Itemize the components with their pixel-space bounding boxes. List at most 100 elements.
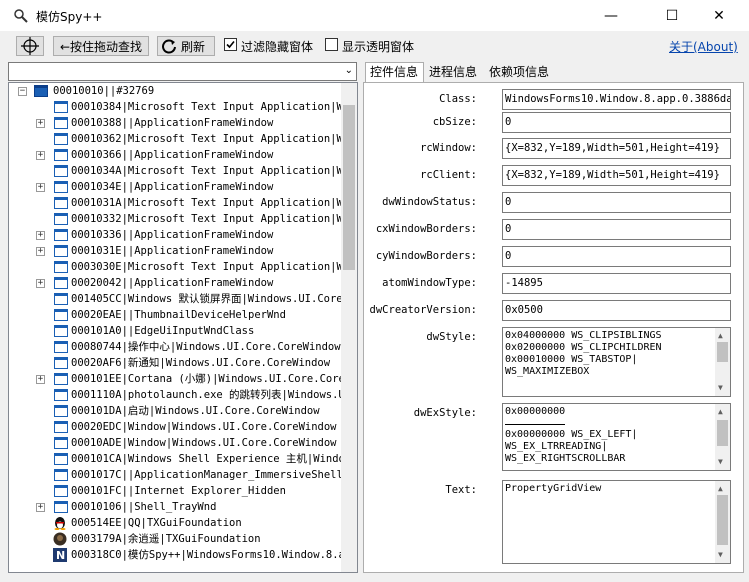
rcwindow-field[interactable]: {X=832,Y=189,Width=501,Height=419} <box>502 138 731 159</box>
text-scrollbar[interactable]: ▲ ▼ <box>715 481 730 563</box>
window-icon <box>54 421 68 433</box>
scroll-up-icon[interactable]: ▲ <box>718 483 723 495</box>
window-icon <box>54 453 68 465</box>
expand-icon[interactable]: + <box>36 247 45 256</box>
tree-row-label: 001405CC|Windows 默认锁屏界面|Windows.UI.Core <box>71 293 342 305</box>
window-icon <box>54 341 68 353</box>
tab-dependency-info[interactable]: 依赖项信息 <box>485 63 555 82</box>
scroll-thumb[interactable] <box>717 495 728 545</box>
about-link[interactable]: 关于(About) <box>669 38 738 55</box>
cbsize-label: cbSize: <box>432 116 477 128</box>
scroll-up-icon[interactable]: ▲ <box>718 330 723 342</box>
expand-icon[interactable]: + <box>36 375 45 384</box>
refresh-label: 刷新 <box>181 39 206 54</box>
window-title: 模仿Spy++ <box>36 10 103 24</box>
dwstyle-scrollbar[interactable]: ▲ ▼ <box>715 328 730 396</box>
scroll-thumb[interactable] <box>717 420 728 446</box>
expand-icon[interactable]: + <box>36 503 45 512</box>
app-n-icon: N <box>53 548 67 567</box>
tree-row-label: 00010388||ApplicationFrameWindow <box>71 117 274 129</box>
close-button[interactable]: ✕ <box>696 0 742 31</box>
dwstyle-field[interactable]: 0x04000000 WS_CLIPSIBLINGS 0x02000000 WS… <box>502 327 731 397</box>
collapse-icon[interactable]: − <box>18 87 27 96</box>
svg-text:N: N <box>56 549 65 562</box>
cbsize-field[interactable]: 0 <box>502 112 731 133</box>
tree-row-label: 00020EDC|Window|Windows.UI.Core.CoreWind… <box>71 421 337 433</box>
tree-row-label: 0001031E||ApplicationFrameWindow <box>71 245 274 257</box>
window-icon <box>54 101 68 113</box>
tree-row-label: 000101A0||EdgeUiInputWndClass <box>71 325 255 337</box>
window-icon <box>54 213 68 225</box>
expand-icon[interactable]: + <box>36 231 45 240</box>
dwcreatorversion-field[interactable]: 0x0500 <box>502 300 731 321</box>
tree-row-label: 000101EE|Cortana (小娜)|Windows.UI.Core.Co… <box>71 373 342 385</box>
dwexstyle-value: 0x00000000 <box>505 406 566 417</box>
text-field[interactable]: PropertyGridView ▲ ▼ <box>502 480 731 564</box>
scroll-up-icon[interactable]: ▲ <box>718 406 723 418</box>
tree-row-label: 00020AF6|新通知|Windows.UI.Core.CoreWindow <box>71 357 331 369</box>
rcclient-field[interactable]: {X=832,Y=189,Width=501,Height=419} <box>502 165 731 186</box>
tree-row-label: 00080744|操作中心|Windows.UI.Core.CoreWindow <box>71 341 341 353</box>
scroll-thumb[interactable] <box>717 342 728 362</box>
scroll-down-icon[interactable]: ▼ <box>718 549 723 561</box>
cywindowborders-field[interactable]: 0 <box>502 246 731 267</box>
window-icon <box>54 501 68 513</box>
refresh-button[interactable]: 刷新 <box>157 36 215 56</box>
tab-process-info-label: 进程信息 <box>429 65 478 79</box>
tree-row-label: 000514EE|QQ|TXGuiFoundation <box>71 517 242 529</box>
dwexstyle-separator <box>505 424 565 425</box>
dwexstyle-field[interactable]: 0x00000000 0x00000000 WS_EX_LEFT| WS_EX_… <box>502 403 731 471</box>
dwwindowstatus-field[interactable]: 0 <box>502 192 731 213</box>
tab-process-info[interactable]: 进程信息 <box>425 63 483 82</box>
expand-icon[interactable]: + <box>36 151 45 160</box>
scroll-down-icon[interactable]: ▼ <box>718 456 723 468</box>
crosshair-icon <box>21 37 39 55</box>
window-icon <box>54 133 68 145</box>
tree-scrollbar[interactable] <box>341 83 357 572</box>
window-icon <box>54 405 68 417</box>
window-icon <box>54 149 68 161</box>
tree-row-label: 00010106||Shell_TrayWnd <box>71 501 217 513</box>
tree-row-label: 0003030E|Microsoft Text Input Applicatio… <box>71 261 342 273</box>
expand-icon[interactable]: + <box>36 119 45 128</box>
dwcreatorversion-label: dwCreatorVersion: <box>369 304 477 316</box>
atomwindowtype-field[interactable]: -14895 <box>502 273 731 294</box>
crosshair-finder-button[interactable] <box>16 36 44 56</box>
tree-row-label: 0001017C||ApplicationManager_ImmersiveSh… <box>71 469 342 481</box>
tree-row-label: 00010ADE|Window|Windows.UI.Core.CoreWind… <box>71 437 337 449</box>
show-transparent-label: 显示透明窗体 <box>342 40 415 54</box>
show-transparent-checkbox[interactable] <box>325 38 338 51</box>
rcclient-label: rcClient: <box>420 169 477 181</box>
window-tree[interactable]: − 00010010||#32769 00010384|Microsoft Te… <box>8 82 358 573</box>
scroll-down-icon[interactable]: ▼ <box>718 382 723 394</box>
window-icon <box>54 117 68 129</box>
maximize-button[interactable]: ☐ <box>649 0 695 31</box>
window-icon <box>54 197 68 209</box>
minimize-button[interactable]: — <box>588 0 634 31</box>
dwexstyle-scrollbar[interactable]: ▲ ▼ <box>715 404 730 470</box>
dwexstyle-line: WS_EX_LTRREADING| <box>505 441 608 452</box>
window-icon <box>54 325 68 337</box>
tree-row-label: 0001031A|Microsoft Text Input Applicatio… <box>71 197 342 209</box>
expand-icon[interactable]: + <box>36 183 45 192</box>
chevron-down-icon: ⌄ <box>344 65 353 76</box>
dwexstyle-line: 0x00000000 WS_EX_LEFT| <box>505 429 638 440</box>
filter-combobox[interactable]: ⌄ <box>8 62 357 81</box>
tab-control-info[interactable]: 控件信息 <box>365 62 424 83</box>
tree-row-label: 000101FC||Internet Explorer_Hidden <box>71 485 286 497</box>
class-field[interactable]: WindowsForms10.Window.8.app.0.3886da9_ <box>502 89 731 110</box>
dwwindowstatus-label: dwWindowStatus: <box>382 196 477 208</box>
text-label: Text: <box>445 484 477 496</box>
expand-icon[interactable]: + <box>36 279 45 288</box>
drag-find-button[interactable]: ←按住拖动查找 <box>53 36 149 56</box>
tree-row-label: 00010332|Microsoft Text Input Applicatio… <box>71 213 342 225</box>
tree-row-label: 0003179A|余逍遥|TXGuiFoundation <box>71 533 261 545</box>
desktop-icon <box>34 85 48 97</box>
cxwindowborders-field[interactable]: 0 <box>502 219 731 240</box>
dwstyle-line: 0x02000000 WS_CLIPCHILDREN <box>505 342 662 353</box>
dwstyle-line: WS_MAXIMIZEBOX <box>505 366 590 377</box>
dwstyle-line: 0x04000000 WS_CLIPSIBLINGS <box>505 330 662 341</box>
filter-hidden-checkbox[interactable] <box>224 38 237 51</box>
tree-scrollbar-thumb[interactable] <box>343 105 355 270</box>
dwexstyle-label: dwExStyle: <box>413 407 477 419</box>
